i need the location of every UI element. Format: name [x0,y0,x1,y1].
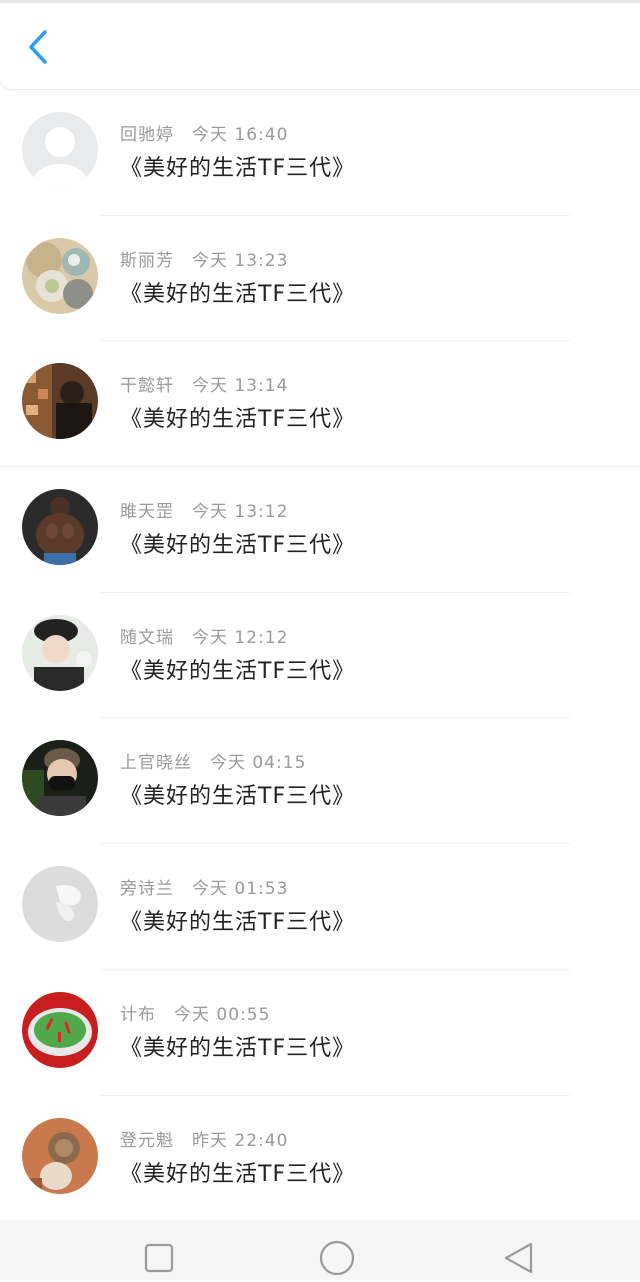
recent-apps-icon [144,1243,174,1277]
message-text: 《美好的生活TF三代》 [120,281,356,307]
message-text: 《美好的生活TF三代》 [120,407,356,433]
white-butterfly-avatar[interactable] [22,866,98,943]
bodybuilder-avatar[interactable] [22,489,98,566]
message-time: 今天 13:23 [192,250,289,271]
message-time: 今天 16:40 [192,125,289,145]
message-meta: 计布 今天 00:55 [120,1000,270,1026]
sender-name: 登元魁 [120,1130,174,1151]
sender-name: 回驰婷 [120,125,174,145]
message-meta: 干懿轩 今天 13:14 [120,371,288,397]
sender-name: 随文瑞 [120,627,174,648]
back-button[interactable] [18,29,58,69]
message-meta: 旁诗兰 今天 01:53 [120,874,288,900]
message-meta: 回驰婷 今天 16:40 [120,120,288,146]
nav-back-button[interactable] [496,1238,540,1282]
message-meta: 随文瑞 今天 12:12 [120,623,288,649]
list-item[interactable]: 随文瑞 今天 12:12 《美好的生活TF三代》 [0,593,640,719]
home-button[interactable] [315,1238,359,1282]
default-user-avatar[interactable] [22,112,98,188]
sender-name: 上官晓丝 [120,753,192,774]
person-cap-avatar[interactable] [22,614,98,691]
list-item[interactable]: 上官晓丝 今天 04:15 《美好的生活TF三代》 [0,718,640,845]
masked-person-avatar[interactable] [22,740,98,817]
chevron-left-icon [27,29,49,69]
list-item[interactable]: 干懿轩 今天 13:14 《美好的生活TF三代》 [0,341,640,468]
cat-avatar[interactable] [22,1117,98,1194]
message-text: 《美好的生活TF三代》 [120,1035,356,1061]
message-list: 回驰婷 今天 16:40 《美好的生活TF三代》 斯丽芳 今天 13:23 《美好的… [0,90,640,1221]
back-triangle-icon [501,1241,535,1279]
home-icon [319,1240,355,1280]
message-time: 今天 13:12 [192,502,289,523]
list-item[interactable]: 登元魁 昨天 22:40 《美好的生活TF三代》 [0,1096,640,1222]
flower-avatar[interactable] [22,237,98,314]
message-time: 今天 01:53 [192,879,289,900]
room-avatar[interactable] [22,363,98,440]
list-item[interactable]: 计布 今天 00:55 《美好的生活TF三代》 [0,970,640,1096]
message-time: 今天 00:55 [174,1004,271,1025]
sender-name: 干懿轩 [120,376,174,397]
message-text: 《美好的生活TF三代》 [120,156,356,181]
list-item[interactable]: 旁诗兰 今天 01:53 《美好的生活TF三代》 [0,844,640,970]
message-text: 《美好的生活TF三代》 [120,910,356,936]
message-meta: 登元魁 昨天 22:40 [120,1126,288,1152]
food-plate-avatar[interactable] [22,991,98,1068]
message-time: 昨天 22:40 [192,1130,289,1151]
message-text: 《美好的生活TF三代》 [120,1161,356,1187]
message-time: 今天 12:12 [192,627,289,648]
message-meta: 雎天罡 今天 13:12 [120,497,288,523]
message-meta: 斯丽芳 今天 13:23 [120,246,288,272]
list-item[interactable]: 雎天罡 今天 13:12 《美好的生活TF三代》 [0,467,640,593]
sender-name: 旁诗兰 [120,879,174,900]
list-item[interactable]: 回驰婷 今天 16:40 《美好的生活TF三代》 [0,90,640,216]
top-bar [0,3,640,90]
message-text: 《美好的生活TF三代》 [120,533,356,559]
system-nav-bar [0,1220,640,1280]
message-text: 《美好的生活TF三代》 [120,658,356,684]
sender-name: 雎天罡 [120,502,174,523]
list-item[interactable]: 斯丽芳 今天 13:23 《美好的生活TF三代》 [0,216,640,342]
message-time: 今天 04:15 [210,753,307,774]
recent-apps-button[interactable] [137,1238,181,1282]
sender-name: 计布 [120,1004,156,1025]
message-meta: 上官晓丝 今天 04:15 [120,748,306,774]
message-text: 《美好的生活TF三代》 [120,784,356,810]
sender-name: 斯丽芳 [120,250,174,271]
message-time: 今天 13:14 [192,376,289,397]
